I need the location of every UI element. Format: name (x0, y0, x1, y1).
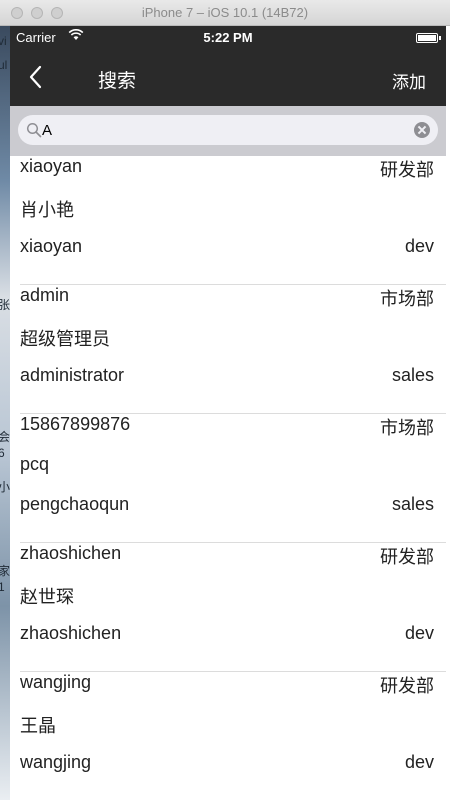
list-item[interactable]: admin 市场部 超级管理员 administrator sales (20, 285, 446, 414)
list-item[interactable]: 15867899876 市场部 pcq pengchaoqun sales (20, 414, 446, 543)
user-id: xiaoyan (20, 156, 83, 176)
clear-search-icon[interactable] (414, 122, 430, 138)
desktop-fragment: 6 (0, 446, 5, 460)
user-id: wangjing (20, 672, 92, 692)
search-input[interactable] (42, 120, 404, 140)
user-account: administrator (20, 365, 125, 385)
desktop-fragment: 会 (0, 430, 10, 444)
user-name: 肖小艳 (20, 200, 74, 220)
user-account: xiaoyan (20, 236, 83, 256)
list-item[interactable]: xiaoyan 研发部 肖小艳 xiaoyan dev (20, 156, 446, 285)
user-department: 研发部 (380, 676, 434, 696)
search-results-list: xiaoyan 研发部 肖小艳 xiaoyan dev admin 市场部 超级… (10, 156, 446, 800)
list-item[interactable]: wangjing 研发部 王晶 wangjing dev (20, 672, 446, 800)
user-role: dev (404, 623, 434, 643)
search-field-container[interactable] (18, 115, 438, 145)
search-icon (26, 122, 42, 138)
user-department: 研发部 (380, 547, 434, 567)
phone-screen: Carrier 5:22 PM 搜索 添加 A xiaoyan 研发部 肖小艳 … (10, 26, 446, 800)
user-id: zhaoshichen (20, 543, 122, 563)
desktop-fragment: 小 (0, 480, 10, 494)
user-account: wangjing (20, 752, 92, 772)
user-role: sales (391, 494, 434, 514)
user-name: 超级管理员 (20, 329, 110, 349)
user-account: zhaoshichen (20, 623, 122, 643)
add-button[interactable]: 添加 (392, 68, 426, 93)
desktop-fragment: 1 (0, 580, 5, 594)
desktop-background: vi ul 张 会 6 小 家 1 (0, 26, 10, 800)
desktop-fragment: 张 (0, 298, 10, 312)
battery-icon (416, 33, 441, 43)
navigation-bar: 搜索 添加 (10, 50, 446, 106)
user-account: pengchaoqun (20, 494, 130, 514)
user-role: dev (404, 752, 434, 772)
user-role: sales (391, 365, 434, 385)
user-department: 市场部 (380, 418, 434, 438)
list-item[interactable]: zhaoshichen 研发部 赵世琛 zhaoshichen dev (20, 543, 446, 672)
back-button[interactable] (24, 62, 48, 92)
page-title: 搜索 (98, 71, 137, 92)
user-id: 15867899876 (20, 414, 131, 434)
user-department: 市场部 (380, 289, 434, 309)
user-role: dev (404, 236, 434, 256)
status-bar: Carrier 5:22 PM (10, 26, 446, 50)
user-id: admin (20, 285, 70, 305)
user-name: pcq (20, 454, 50, 474)
chevron-left-icon (29, 65, 42, 89)
desktop-fragment: vi (0, 34, 7, 48)
user-name: 赵世琛 (20, 587, 74, 607)
simulator-titlebar: iPhone 7 – iOS 10.1 (14B72) (0, 0, 450, 26)
user-name: 王晶 (20, 716, 56, 736)
user-department: 研发部 (380, 160, 434, 180)
desktop-fragment: ul (0, 58, 8, 72)
window-title: iPhone 7 – iOS 10.1 (14B72) (141, 5, 309, 20)
desktop-fragment: 家 (0, 564, 10, 578)
search-bar (10, 106, 446, 156)
status-time: 5:22 PM (203, 30, 253, 45)
